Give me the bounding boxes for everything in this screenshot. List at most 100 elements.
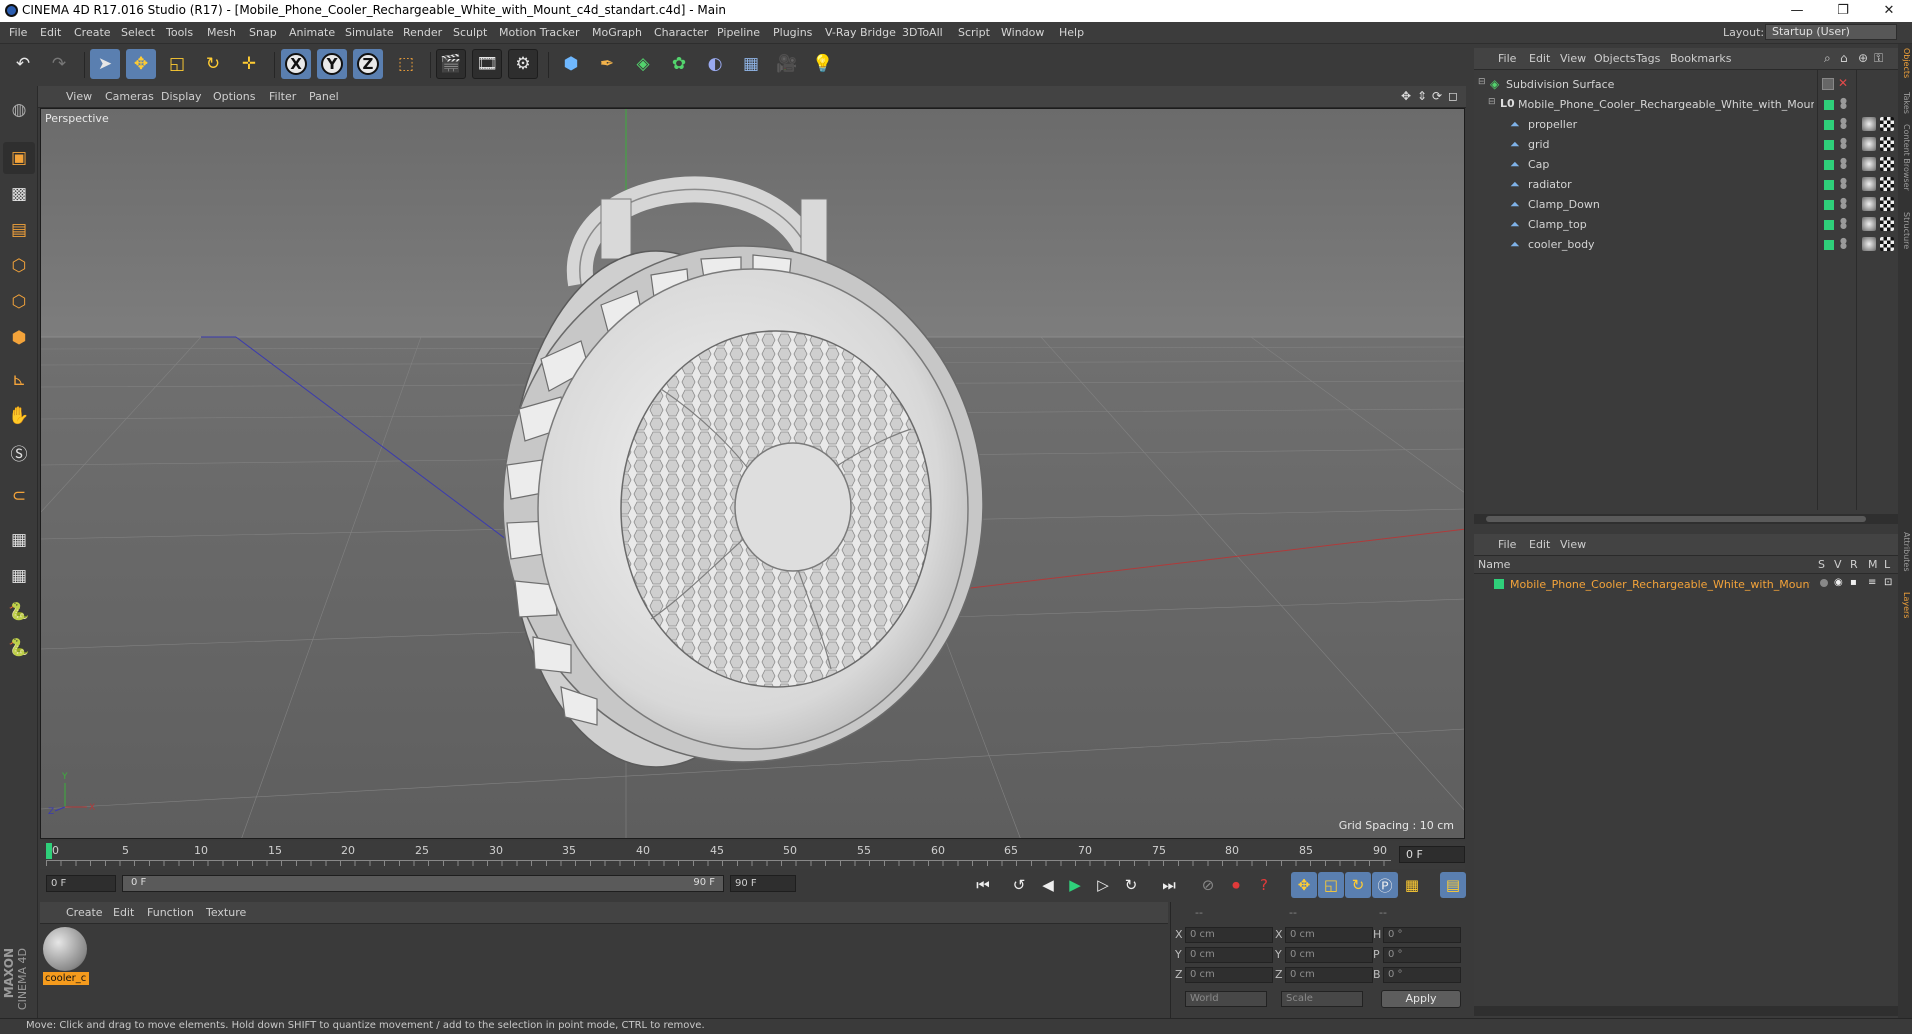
menu-edit[interactable]: Edit (40, 26, 61, 39)
collapse-icon[interactable]: ⊟ (1478, 77, 1486, 87)
points-mode-icon[interactable]: ⬡ (3, 250, 35, 282)
layer-render-icon[interactable]: ▪ (1850, 577, 1857, 588)
menu-file[interactable]: File (9, 26, 27, 39)
workplane-icon[interactable]: ▤ (3, 214, 35, 246)
new-view-icon[interactable]: ⊕ (1858, 51, 1868, 65)
cube-object-icon[interactable]: ⬢ (556, 49, 586, 79)
phong-tag-icon[interactable] (1862, 217, 1876, 231)
viewport-maximize-icon[interactable]: ◻ (1448, 89, 1458, 103)
menu-select[interactable]: Select (121, 26, 155, 39)
menu-simulate[interactable]: Simulate (345, 26, 394, 39)
size-y-field[interactable]: 0 cm (1285, 947, 1373, 963)
object-row-clamp-down[interactable]: ⏶ Clamp_Down ● ● (1474, 194, 1898, 214)
object-menu-view[interactable]: View (1560, 52, 1586, 65)
move-icon[interactable]: ✥ (126, 49, 156, 79)
rotation-h-field[interactable]: 0 ° (1383, 927, 1461, 943)
layer-col-locked[interactable]: L (1884, 558, 1890, 571)
scale-icon[interactable]: ◱ (162, 49, 192, 79)
size-mode-dropdown[interactable]: Scale (1281, 991, 1363, 1007)
visibility-dots[interactable]: ● ● (1840, 237, 1847, 250)
render-picture-viewer-icon[interactable]: 🎞 (472, 49, 502, 79)
object-menu-file[interactable]: File (1498, 52, 1516, 65)
key-pla-icon[interactable]: ▦ (1399, 872, 1425, 898)
record-keys-icon[interactable]: ⊘ (1195, 872, 1221, 898)
edges-mode-icon[interactable]: ⬡ (3, 286, 35, 318)
redo-icon[interactable]: ↷ (44, 49, 74, 79)
layer-color-swatch[interactable] (1824, 100, 1834, 110)
tweak-mode-icon[interactable]: ✋ (3, 400, 35, 432)
layer-manager-scrollbar[interactable] (1474, 1006, 1898, 1016)
object-manager-scrollbar[interactable] (1474, 514, 1898, 524)
layer-col-render[interactable]: R (1850, 558, 1858, 571)
viewport-menu-options[interactable]: Options (213, 90, 255, 103)
z-axis-lock-icon[interactable]: Z (353, 49, 383, 79)
tab-objects[interactable]: Objects (1899, 48, 1911, 78)
lock-workplane-icon[interactable]: ▦ (3, 524, 35, 556)
object-row-radiator[interactable]: ⏶ radiator ● ● (1474, 174, 1898, 194)
layer-menu-edit[interactable]: Edit (1529, 538, 1550, 551)
material-name-label[interactable]: cooler_c (43, 972, 89, 985)
planar-workplane-icon[interactable]: ▦ (3, 560, 35, 592)
viewport-menu-display[interactable]: Display (161, 90, 202, 103)
close-button[interactable]: ✕ (1866, 0, 1912, 22)
phong-tag-icon[interactable] (1862, 117, 1876, 131)
layer-color-swatch[interactable] (1824, 140, 1834, 150)
layer-row[interactable]: Mobile_Phone_Cooler_Rechargeable_White_w… (1474, 574, 1898, 594)
phong-tag-icon[interactable] (1862, 177, 1876, 191)
viewport-menu-view[interactable]: View (66, 90, 92, 103)
material-tag-icon[interactable] (1880, 217, 1894, 231)
menu-window[interactable]: Window (1001, 26, 1044, 39)
material-swatch[interactable] (43, 927, 87, 971)
object-row-clamp-top[interactable]: ⏶ Clamp_top ● ● (1474, 214, 1898, 234)
visibility-dots[interactable]: ● ● (1840, 177, 1847, 190)
viewport-menu-panel[interactable]: Panel (309, 90, 339, 103)
next-key-icon[interactable]: ↻ (1118, 872, 1144, 898)
material-tag-icon[interactable] (1880, 157, 1894, 171)
phong-tag-icon[interactable] (1862, 197, 1876, 211)
minimize-button[interactable]: — (1774, 0, 1820, 22)
menu-script[interactable]: Script (958, 26, 990, 39)
x-axis-lock-icon[interactable]: X (281, 49, 311, 79)
layer-color-swatch[interactable] (1824, 180, 1834, 190)
rotate-icon[interactable]: ↻ (198, 49, 228, 79)
menu-plugins[interactable]: Plugins (773, 26, 812, 39)
viewport-menu-filter[interactable]: Filter (269, 90, 296, 103)
frame-range-slider[interactable]: 0 F 90 F (122, 875, 724, 892)
layer-color-swatch[interactable] (1824, 220, 1834, 230)
layer-solo-toggle[interactable] (1820, 579, 1828, 587)
coordinate-system-icon[interactable]: ⬚ (391, 49, 421, 79)
cloner-icon[interactable]: ✿ (664, 49, 694, 79)
lock-icon[interactable]: ⚿ (1874, 51, 1883, 66)
menu-animate[interactable]: Animate (289, 26, 335, 39)
select-cursor-icon[interactable]: ➤ (90, 49, 120, 79)
autokey-icon[interactable]: ⏺ (1223, 872, 1249, 898)
material-menu-texture[interactable]: Texture (206, 906, 246, 919)
menu-create[interactable]: Create (74, 26, 111, 39)
size-x-field[interactable]: 0 cm (1285, 927, 1373, 943)
object-row-cap[interactable]: ⏶ Cap ● ● (1474, 154, 1898, 174)
end-frame-field[interactable]: 90 F (730, 875, 796, 892)
position-y-field[interactable]: 0 cm (1185, 947, 1273, 963)
start-frame-field[interactable]: 0 F (46, 875, 116, 892)
home-icon[interactable]: ⌂ (1840, 51, 1848, 65)
visibility-dots[interactable]: ● ● (1840, 217, 1847, 230)
menu-3dtoall[interactable]: 3DToAll (902, 26, 943, 39)
apply-button[interactable]: Apply (1381, 990, 1461, 1008)
keyframe-selection-icon[interactable]: ? (1251, 872, 1277, 898)
layout-dropdown[interactable]: Startup (User) (1765, 24, 1897, 40)
model-mode-icon[interactable]: ▣ (3, 142, 35, 174)
layer-visibility-eye-icon[interactable]: ◉ (1834, 577, 1843, 588)
tab-structure[interactable]: Structure (1899, 212, 1911, 249)
layer-menu-view[interactable]: View (1560, 538, 1586, 551)
pen-spline-icon[interactable]: ✒ (592, 49, 622, 79)
menu-mesh[interactable]: Mesh (207, 26, 236, 39)
viewport-pan-icon[interactable]: ✥ (1401, 89, 1411, 103)
object-row-subdivision-surface[interactable]: ⊟ ◈ Subdivision Surface ✕ (1474, 74, 1898, 94)
collapse-icon[interactable]: ⊟ (1488, 97, 1496, 107)
visibility-dots[interactable]: ● ● (1840, 197, 1847, 210)
layer-color-swatch[interactable] (1824, 160, 1834, 170)
play-icon[interactable]: ▶ (1062, 872, 1088, 898)
perspective-viewport[interactable]: Y X Z Perspective Grid Spacing : 10 cm (40, 108, 1465, 839)
key-parameter-icon[interactable]: Ⓟ (1372, 872, 1398, 898)
layer-color-swatch[interactable] (1494, 579, 1504, 589)
